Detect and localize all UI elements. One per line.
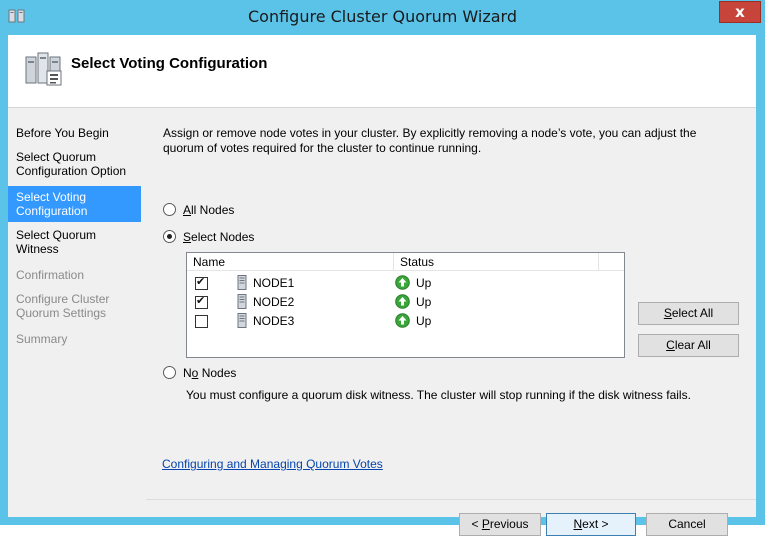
select-nodes-radio[interactable]	[163, 230, 176, 243]
table-row[interactable]: NODE3 Up	[187, 312, 624, 331]
select-all-button[interactable]: Select All	[638, 302, 739, 325]
node-name: NODE1	[253, 276, 295, 290]
node-status: Up	[416, 295, 432, 309]
no-nodes-label: No Nodes	[183, 366, 237, 380]
description-text: Assign or remove node votes in your clus…	[163, 126, 697, 155]
column-header-name[interactable]: Name	[193, 255, 225, 269]
wizard-header: Select Voting Configuration	[8, 35, 756, 108]
column-divider	[393, 253, 394, 270]
node-name: NODE2	[253, 295, 295, 309]
node-status: Up	[416, 276, 432, 290]
nav-step-select-voting-configuration[interactable]: Select Voting Configuration	[8, 186, 141, 222]
all-nodes-radio[interactable]	[163, 203, 176, 216]
nav-step-confirmation: Confirmation	[16, 268, 85, 282]
node-list-header: Name Status	[187, 253, 624, 271]
wizard-step-nav: Before You Begin Select Quorum Configura…	[8, 108, 146, 517]
node2-checkbox[interactable]	[195, 294, 208, 309]
nav-step-select-quorum-option[interactable]: Select Quorum Configuration Option	[8, 150, 141, 180]
page-title: Select Voting Configuration	[71, 55, 268, 72]
server-icon	[237, 313, 247, 328]
quorum-votes-help-link[interactable]: Configuring and Managing Quorum Votes	[162, 457, 383, 471]
select-nodes-label: Select Nodes	[183, 230, 255, 244]
column-divider	[598, 253, 599, 270]
footer-separator	[146, 499, 756, 500]
wizard-main-panel: Assign or remove node votes in your clus…	[146, 108, 756, 536]
nav-step-before-you-begin[interactable]: Before You Begin	[8, 126, 141, 140]
wizard-window: Configure Cluster Quorum Wizard x Select…	[0, 0, 765, 536]
node3-checkbox[interactable]	[195, 315, 208, 328]
nav-step-select-quorum-witness[interactable]: Select Quorum Witness	[8, 228, 141, 258]
server-icon	[237, 275, 247, 290]
status-up-icon	[395, 313, 410, 328]
table-row[interactable]: NODE1 Up	[187, 274, 624, 293]
status-up-icon	[395, 294, 410, 309]
all-nodes-label: All Nodes	[183, 203, 235, 217]
no-nodes-radio[interactable]	[163, 366, 176, 379]
no-nodes-note: You must configure a quorum disk witness…	[186, 388, 691, 402]
clear-all-button[interactable]: Clear All	[638, 334, 739, 357]
table-row[interactable]: NODE2 Up	[187, 293, 624, 312]
all-nodes-option[interactable]: All Nodes	[163, 203, 234, 217]
no-nodes-option[interactable]: No Nodes	[163, 366, 236, 380]
select-nodes-option[interactable]: Select Nodes	[163, 230, 254, 244]
node-status: Up	[416, 314, 432, 328]
nav-step-summary: Summary	[16, 332, 68, 346]
nav-step-configure-cluster-quorum-settings: Configure Cluster Quorum Settings	[16, 292, 110, 320]
node-list[interactable]: Name Status NODE1 Up NODE2	[186, 252, 625, 358]
close-button[interactable]: x	[719, 1, 761, 23]
node1-checkbox[interactable]	[195, 275, 208, 290]
window-title: Configure Cluster Quorum Wizard	[248, 7, 517, 26]
column-header-status[interactable]: Status	[400, 255, 434, 269]
wizard-client-area: Select Voting Configuration Before You B…	[8, 35, 756, 536]
node-name: NODE3	[253, 314, 295, 328]
cluster-servers-icon	[25, 52, 62, 86]
title-bar[interactable]: Configure Cluster Quorum Wizard x	[0, 0, 765, 34]
status-up-icon	[395, 275, 410, 290]
server-icon	[237, 294, 247, 309]
